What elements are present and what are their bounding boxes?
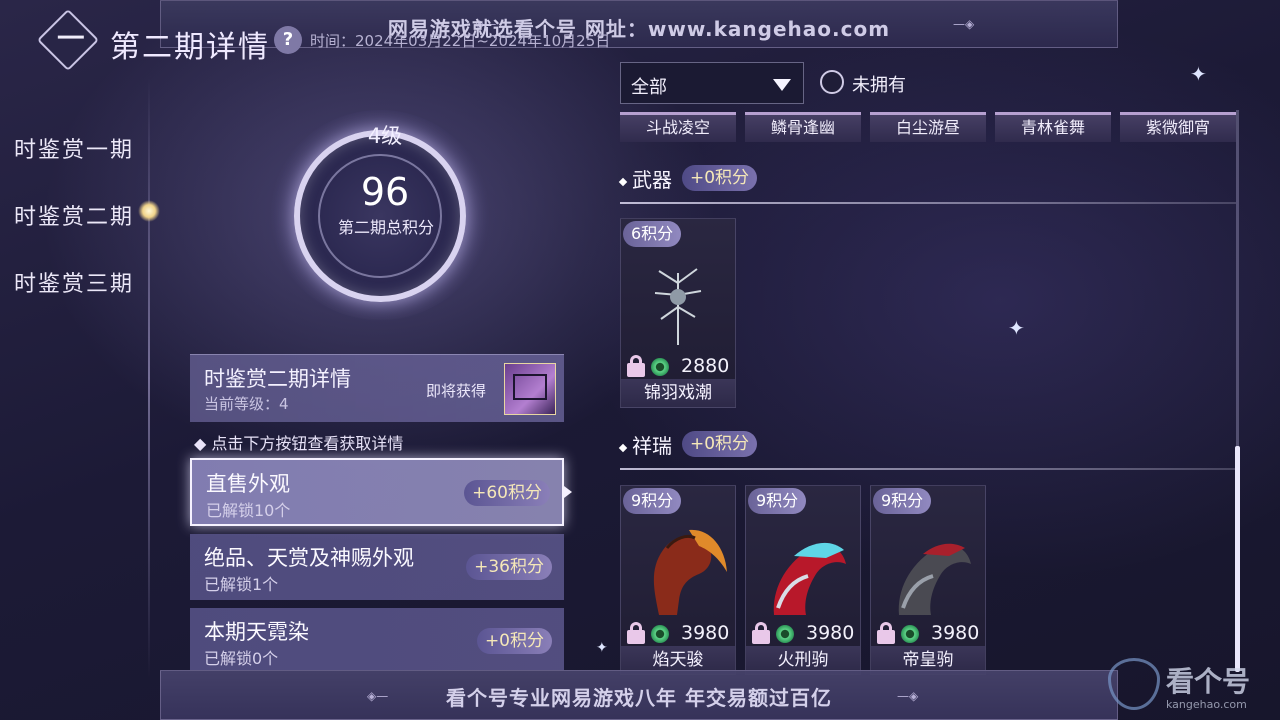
jade-currency-icon xyxy=(651,625,669,643)
section-points: +0积分 xyxy=(682,431,758,457)
total-score-label: 第二期总积分 xyxy=(337,218,434,237)
lock-icon xyxy=(627,622,645,644)
section-title-weapons: 武器 xyxy=(618,164,672,193)
detail-level: 当前等级：4 xyxy=(204,395,289,413)
category-name: 绝品、天赏及神赐外观 xyxy=(204,546,414,570)
item-points: 9积分 xyxy=(623,488,682,514)
category-points: +60积分 xyxy=(464,480,550,506)
nav-item-period-3[interactable]: 时鉴赏三期 xyxy=(14,266,134,298)
nav-item-period-2[interactable]: 时鉴赏二期 xyxy=(14,199,134,231)
jade-currency-icon xyxy=(776,625,794,643)
hint-text: ◆ 点击下方按钮查看获取详情 xyxy=(194,434,404,453)
upcoming-label: 即将获得 xyxy=(426,382,487,400)
period-detail-card[interactable]: 时鉴赏二期详情 当前等级：4 即将获得 xyxy=(190,354,564,422)
category-points: +36积分 xyxy=(466,554,552,580)
watermark-shield-icon xyxy=(1108,658,1160,710)
category-status: 已解锁0个 xyxy=(204,649,279,668)
item-name-tab[interactable]: 青林雀舞 xyxy=(995,112,1111,142)
dropdown-arrow-icon xyxy=(773,79,791,91)
banner-text: 网易游戏就选看个号 网址：www.kangehao.com xyxy=(387,17,891,41)
mecha-mount-icon xyxy=(898,543,971,615)
item-price: 3980 xyxy=(931,622,980,644)
sparkle-icon: ✦ xyxy=(1008,316,1025,340)
item-name-tab[interactable]: 白尘游昼 xyxy=(870,112,986,142)
nav-divider xyxy=(148,78,150,678)
lock-icon xyxy=(877,622,895,644)
lock-icon xyxy=(752,622,770,644)
item-card[interactable]: 9积分 3980 焰天骏 xyxy=(620,485,736,675)
lock-icon xyxy=(627,355,645,377)
nav-item-period-1[interactable]: 时鉴赏一期 xyxy=(14,132,134,164)
bottom-banner: ◈— —◈ 看个号专业网易游戏八年 年交易额过百亿 xyxy=(160,670,1118,720)
weapon-icon xyxy=(654,268,702,345)
watermark-logo: 看个号 kangehao.com xyxy=(1108,654,1278,716)
not-owned-label[interactable]: 未拥有 xyxy=(852,71,906,97)
item-name: 锦羽戏潮 xyxy=(621,379,735,407)
sparkle-icon: ✦ xyxy=(596,640,608,656)
help-button[interactable]: ? xyxy=(274,26,302,54)
category-name: 直售外观 xyxy=(206,472,290,496)
page-title: 第二期详情 xyxy=(110,30,270,65)
category-premium-outfits[interactable]: 绝品、天赏及神赐外观 已解锁1个 +36积分 xyxy=(190,534,564,600)
filter-value: 全部 xyxy=(631,77,667,98)
section-points: +0积分 xyxy=(682,165,758,191)
category-name: 本期天霓染 xyxy=(204,620,309,644)
item-card[interactable]: 9积分 3980 帝皇驹 xyxy=(870,485,986,675)
section-title-mounts: 祥瑞 xyxy=(618,430,672,459)
item-card[interactable]: 9积分 3980 火刑驹 xyxy=(745,485,861,675)
top-banner: ◈— —◈ 网易游戏就选看个号 网址：www.kangehao.com xyxy=(160,0,1118,48)
period-time: 时间：2024年03月22日~2024年10月25日 xyxy=(310,32,611,50)
back-button[interactable] xyxy=(36,8,100,72)
category-status: 已解锁1个 xyxy=(204,575,279,594)
banner-text: 看个号专业网易游戏八年 年交易额过百亿 xyxy=(446,686,832,710)
upcoming-reward-icon[interactable] xyxy=(504,363,556,415)
watermark-url: kangehao.com xyxy=(1166,698,1247,711)
back-arrow-icon xyxy=(57,35,84,42)
item-name-tab[interactable]: 鳞骨逢幽 xyxy=(745,112,861,142)
selected-arrow-icon xyxy=(564,486,572,498)
section-divider xyxy=(620,202,1236,204)
item-card[interactable]: 6积分 2880 锦羽戏潮 xyxy=(620,218,736,408)
filter-dropdown[interactable]: 全部 xyxy=(620,62,804,104)
jade-currency-icon xyxy=(901,625,919,643)
item-price: 2880 xyxy=(681,355,730,377)
item-price: 3980 xyxy=(806,622,855,644)
sparkle-icon: ✦ xyxy=(1190,62,1207,86)
item-points: 6积分 xyxy=(623,221,682,247)
item-price: 3980 xyxy=(681,622,730,644)
item-name-tab[interactable]: 紫微御宵 xyxy=(1120,112,1236,142)
category-dye[interactable]: 本期天霓染 已解锁0个 +0积分 xyxy=(190,608,564,670)
total-score: 96 xyxy=(360,170,410,214)
item-points: 9积分 xyxy=(748,488,807,514)
item-points: 9积分 xyxy=(873,488,932,514)
not-owned-checkbox[interactable] xyxy=(820,70,844,94)
scrollbar-thumb[interactable] xyxy=(1235,446,1240,672)
section-divider xyxy=(620,468,1236,470)
category-direct-sale[interactable]: 直售外观 已解锁10个 +60积分 xyxy=(190,458,564,526)
item-name-tab[interactable]: 斗战凌空 xyxy=(620,112,736,142)
category-status: 已解锁10个 xyxy=(206,501,291,520)
watermark-text: 看个号 xyxy=(1166,665,1251,698)
mecha-mount-icon xyxy=(773,542,846,615)
detail-title: 时鉴赏二期详情 xyxy=(204,367,351,391)
horse-icon xyxy=(653,529,727,615)
nav-active-indicator xyxy=(138,200,160,222)
jade-currency-icon xyxy=(651,358,669,376)
level-label: 4级 xyxy=(367,124,403,148)
category-points: +0积分 xyxy=(476,628,552,654)
